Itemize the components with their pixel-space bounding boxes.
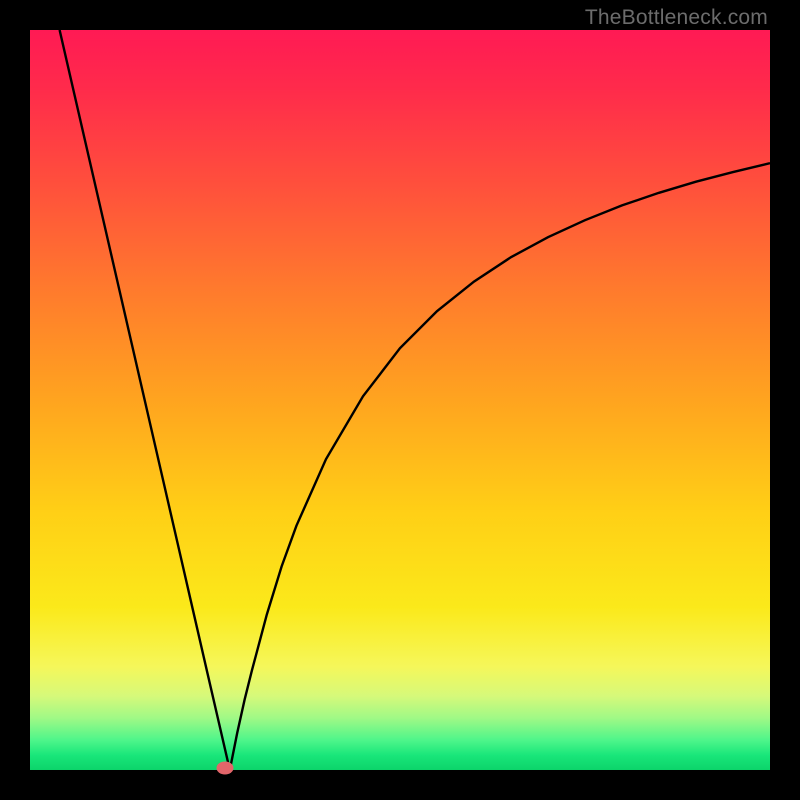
watermark-text: TheBottleneck.com [585, 6, 768, 30]
chart-frame: TheBottleneck.com [0, 0, 800, 800]
plot-area [30, 30, 770, 770]
curve-left-branch [60, 30, 230, 770]
curve-layer [30, 30, 770, 770]
curve-right-branch [230, 163, 770, 770]
optimum-marker [216, 761, 233, 774]
